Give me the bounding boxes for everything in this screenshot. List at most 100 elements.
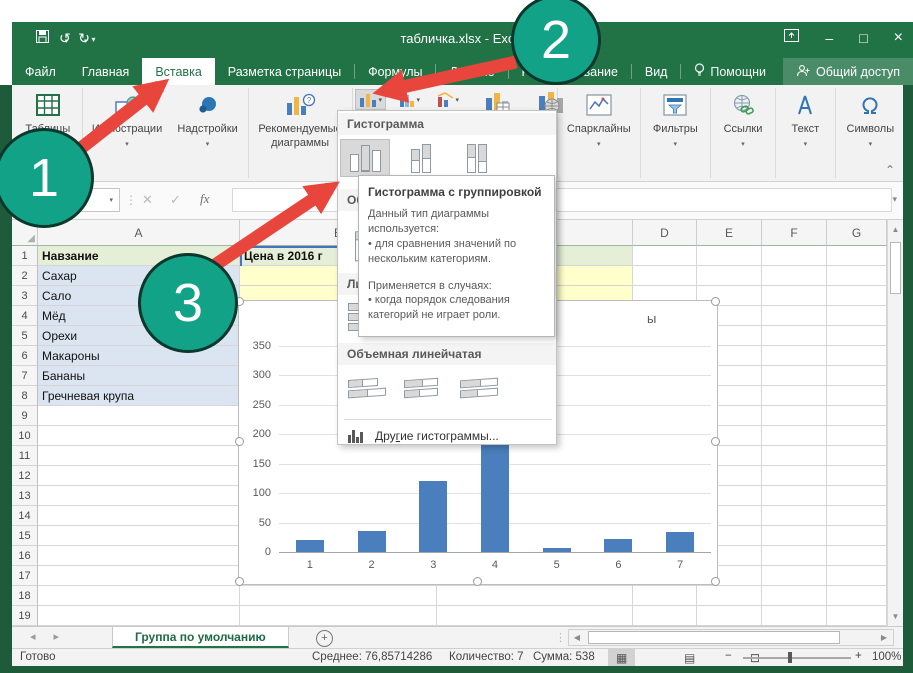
next-sheet-icon[interactable]: ▸ [54,630,60,643]
cell-E18[interactable] [697,586,762,606]
cell-F13[interactable] [762,486,827,506]
view-page-layout-button[interactable]: ▤ [676,649,703,666]
row-header-12[interactable]: 12 [12,466,38,486]
chart-selection-handle[interactable] [711,577,720,586]
illustrations-button[interactable]: Иллюстрации ▾ [85,85,170,181]
row-header-4[interactable]: 4 [12,306,38,326]
maximize-button[interactable]: □ [859,28,867,48]
row-header-10[interactable]: 10 [12,426,38,446]
cell-G8[interactable] [827,386,887,406]
ribbon-display-options-icon[interactable] [784,29,799,47]
collapse-ribbon-icon[interactable]: ⌃ [885,163,895,177]
column-header-D[interactable]: D [633,220,697,246]
share-button[interactable]: Общий доступ [783,58,913,85]
view-normal-button[interactable]: ▦ [608,649,635,666]
cell-F11[interactable] [762,446,827,466]
insert-function-icon[interactable]: fx [200,191,209,207]
bar-3d-stacked-option[interactable] [396,373,446,417]
tab-file[interactable]: Файл [12,58,69,85]
tab-page-layout[interactable]: Разметка страницы [215,58,354,85]
cell-F8[interactable] [762,386,827,406]
cell-B18[interactable] [240,586,437,606]
cell-G1[interactable] [827,246,887,266]
formula-bar-splitter-icon[interactable]: ⋮ [125,193,137,207]
row-header-7[interactable]: 7 [12,366,38,386]
formula-input[interactable] [232,188,892,212]
stacked-100-column-option[interactable] [452,139,502,177]
zoom-slider-track[interactable] [743,657,851,659]
cell-F6[interactable] [762,346,827,366]
cell-G11[interactable] [827,446,887,466]
cell-G4[interactable] [827,306,887,326]
cell-F18[interactable] [762,586,827,606]
text-button[interactable]: Текст ▾ [778,85,833,181]
chart-selection-handle[interactable] [235,437,244,446]
sheet-tab-active[interactable]: Группа по умолчанию [112,627,289,648]
cell-F15[interactable] [762,526,827,546]
tab-data[interactable]: Данные [436,58,507,85]
cell-D2[interactable] [633,266,697,286]
chart-selection-handle[interactable] [711,297,720,306]
row-header-1[interactable]: 1 [12,246,38,266]
tab-view[interactable]: Вид [632,58,681,85]
cell-G6[interactable] [827,346,887,366]
cell-G16[interactable] [827,546,887,566]
cell-A11[interactable] [38,446,240,466]
row-header-8[interactable]: 8 [12,386,38,406]
row-header-13[interactable]: 13 [12,486,38,506]
cell-C19[interactable] [437,606,633,626]
cell-F19[interactable] [762,606,827,626]
zoom-in-icon[interactable]: + [855,650,862,662]
close-button[interactable]: × [894,28,903,48]
tab-home[interactable]: Главная [69,58,143,85]
cell-A17[interactable] [38,566,240,586]
stacked-column-option[interactable] [396,139,446,177]
confirm-entry-icon[interactable]: ✓ [170,192,181,208]
cell-G18[interactable] [827,586,887,606]
cell-F10[interactable] [762,426,827,446]
bar-3d-100-option[interactable] [452,373,502,417]
cell-A16[interactable] [38,546,240,566]
chart-selection-handle[interactable] [473,577,482,586]
column-header-G[interactable]: G [827,220,887,246]
cell-B19[interactable] [240,606,437,626]
more-histograms-item[interactable]: Другие гистограммы... [338,423,556,449]
horizontal-scrollbar[interactable]: ◀ ▶ [568,629,894,646]
insert-combo-chart-button[interactable]: ▾ [433,89,464,110]
clustered-column-option[interactable] [340,139,390,177]
cell-F12[interactable] [762,466,827,486]
cell-G10[interactable] [827,426,887,446]
cell-A13[interactable] [38,486,240,506]
chart-selection-handle[interactable] [711,437,720,446]
cell-E1[interactable] [697,246,762,266]
vertical-scroll-thumb[interactable] [890,242,901,294]
cell-A18[interactable] [38,586,240,606]
row-header-3[interactable]: 3 [12,286,38,306]
new-sheet-button[interactable]: + [316,630,333,647]
cell-F3[interactable] [762,286,827,306]
row-header-9[interactable]: 9 [12,406,38,426]
scroll-left-icon[interactable]: ◀ [569,633,585,642]
cell-G5[interactable] [827,326,887,346]
addins-button[interactable]: Надстройки ▾ [170,85,246,181]
cell-G17[interactable] [827,566,887,586]
cell-F1[interactable] [762,246,827,266]
links-button[interactable]: Ссылки ▾ [713,85,773,181]
zoom-slider-thumb[interactable] [788,652,792,663]
cell-G14[interactable] [827,506,887,526]
cancel-entry-icon[interactable]: ✕ [142,192,153,208]
vertical-scrollbar[interactable]: ▲ ▼ [887,220,903,626]
prev-sheet-icon[interactable]: ◂ [30,630,36,643]
cell-A6[interactable]: Макароны [38,346,240,366]
cell-D18[interactable] [633,586,697,606]
cell-A9[interactable] [38,406,240,426]
cell-A12[interactable] [38,466,240,486]
cell-F5[interactable] [762,326,827,346]
cell-G13[interactable] [827,486,887,506]
recommended-charts-button[interactable]: ? Рекомендуемые диаграммы [250,85,349,181]
insert-column-chart-button[interactable]: ▾ [355,89,387,110]
row-header-17[interactable]: 17 [12,566,38,586]
cell-D19[interactable] [633,606,697,626]
cell-D1[interactable] [633,246,697,266]
cell-A8[interactable]: Гречневая крупа [38,386,240,406]
